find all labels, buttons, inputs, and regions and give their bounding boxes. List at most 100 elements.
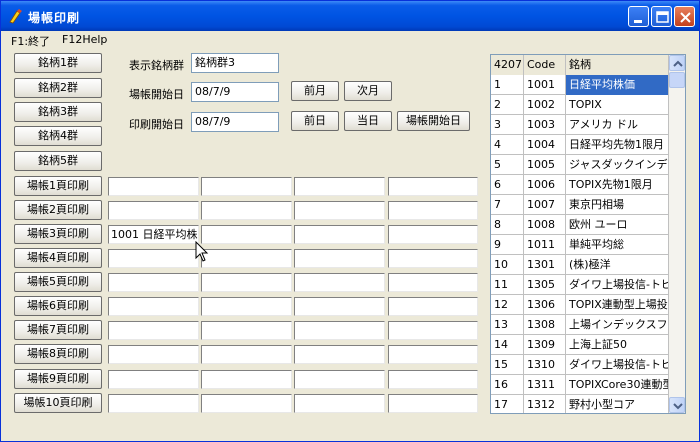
grid-scrollbar[interactable] — [669, 55, 685, 413]
today-button[interactable]: 当日 — [344, 111, 392, 131]
print-page-10-button[interactable]: 場帳10頁印刷 — [14, 393, 102, 413]
grid-cell-name: 野村小型コア — [566, 395, 669, 413]
grid-row[interactable]: 2 1002 TOPIX — [491, 95, 669, 115]
grid-row[interactable]: 8 1008 欧州 ユーロ — [491, 215, 669, 235]
print-page-6-slot-4[interactable] — [388, 297, 478, 316]
grid-row[interactable]: 6 1006 TOPIX先物1限月 — [491, 175, 669, 195]
print-start-field[interactable]: 08/7/9 — [191, 112, 279, 132]
print-page-9-button[interactable]: 場帳9頁印刷 — [14, 369, 102, 389]
grid-row[interactable]: 131308上場インデックスファンド — [491, 315, 669, 335]
group-3-button[interactable]: 銘柄3群 — [14, 102, 102, 122]
print-page-5-slot-3[interactable] — [294, 273, 385, 292]
print-page-8-slot-2[interactable] — [201, 345, 292, 364]
prev-day-button[interactable]: 前日 — [291, 111, 339, 131]
print-page-7-slot-1[interactable] — [108, 321, 199, 340]
grid-row[interactable]: 51005ジャスダックインデックス — [491, 155, 669, 175]
prev-month-button[interactable]: 前月 — [291, 81, 339, 101]
print-page-8-slot-1[interactable] — [108, 345, 199, 364]
print-page-9-slot-4[interactable] — [388, 370, 478, 389]
print-page-4-slot-1[interactable] — [108, 249, 199, 268]
print-page-10-slot-2[interactable] — [201, 394, 292, 413]
print-page-3-slot-3[interactable] — [294, 225, 385, 244]
display-group-field[interactable]: 銘柄群3 — [191, 53, 279, 73]
grid-cell-name: 欧州 ユーロ — [566, 215, 669, 235]
grid-row[interactable]: 10 1301 (株)極洋 — [491, 255, 669, 275]
print-page-8-slot-4[interactable] — [388, 345, 478, 364]
print-page-1-slot-3[interactable] — [294, 177, 385, 196]
maximize-icon — [656, 11, 669, 23]
grid-row[interactable]: 16 1311 TOPIXCore30連動型 — [491, 375, 669, 395]
grid-header-name[interactable]: 銘柄 — [566, 55, 669, 75]
print-page-3-slot-2[interactable] — [201, 225, 292, 244]
grid-row[interactable]: 111305ダイワ上場投信-トピックス — [491, 275, 669, 295]
stock-grid[interactable]: 4207 Code 銘柄 1 1001 日経平均株価 2 1002 TOPIX 3 1003 ア… — [490, 54, 686, 414]
print-page-8-button[interactable]: 場帳8頁印刷 — [14, 344, 102, 364]
print-page-5-slot-2[interactable] — [201, 273, 292, 292]
grid-row[interactable]: 4 1004 日経平均先物1限月 — [491, 135, 669, 155]
grid-cell-name: アメリカ ドル — [566, 115, 669, 135]
print-page-3-button[interactable]: 場帳3頁印刷 — [14, 224, 102, 244]
print-page-7-slot-3[interactable] — [294, 321, 385, 340]
print-page-2-slot-1[interactable] — [108, 201, 199, 220]
print-page-1-button[interactable]: 場帳1頁印刷 — [14, 176, 102, 196]
close-button[interactable] — [674, 6, 695, 27]
group-5-button[interactable]: 銘柄5群 — [14, 151, 102, 171]
print-page-1-slot-2[interactable] — [201, 177, 292, 196]
print-page-9-slot-2[interactable] — [201, 370, 292, 389]
grid-row[interactable]: 7 1007 東京円相場 — [491, 195, 669, 215]
print-page-1-slot-4[interactable] — [388, 177, 478, 196]
print-page-6-button[interactable]: 場帳6頁印刷 — [14, 296, 102, 316]
scroll-up-button[interactable] — [669, 55, 685, 71]
scroll-down-button[interactable] — [669, 397, 685, 413]
group-1-button[interactable]: 銘柄1群 — [14, 53, 102, 73]
print-page-4-slot-4[interactable] — [388, 249, 478, 268]
print-page-10-slot-3[interactable] — [294, 394, 385, 413]
grid-row[interactable]: 3 1003 アメリカ ドル — [491, 115, 669, 135]
print-page-2-slot-2[interactable] — [201, 201, 292, 220]
ledger-start-field[interactable]: 08/7/9 — [191, 82, 279, 102]
print-page-7-button[interactable]: 場帳7頁印刷 — [14, 320, 102, 340]
print-page-6-slot-3[interactable] — [294, 297, 385, 316]
print-page-6-slot-2[interactable] — [201, 297, 292, 316]
print-page-2-slot-4[interactable] — [388, 201, 478, 220]
print-page-8-slot-3[interactable] — [294, 345, 385, 364]
ledger-start-button[interactable]: 場帳開始日 — [397, 111, 470, 131]
print-page-3-slot-1[interactable]: 1001 日経平均株 — [108, 225, 199, 244]
print-page-7-slot-2[interactable] — [201, 321, 292, 340]
grid-row[interactable]: 151310ダイワ上場投信-トピックス — [491, 355, 669, 375]
print-page-4-button[interactable]: 場帳4頁印刷 — [14, 248, 102, 268]
title-bar[interactable]: 場帳印刷 — [1, 1, 699, 31]
print-page-9-slot-3[interactable] — [294, 370, 385, 389]
grid-row[interactable]: 12 1306 TOPIX連動型上場投信 — [491, 295, 669, 315]
menu-quit[interactable]: F1:終了 — [11, 33, 50, 49]
print-page-2-button[interactable]: 場帳2頁印刷 — [14, 200, 102, 220]
print-page-2-slot-3[interactable] — [294, 201, 385, 220]
print-page-7-slot-4[interactable] — [388, 321, 478, 340]
grid-row[interactable]: 17 1312 野村小型コア — [491, 395, 669, 413]
mouse-cursor-icon — [195, 241, 209, 262]
print-page-3-slot-4[interactable] — [388, 225, 478, 244]
print-page-5-slot-4[interactable] — [388, 273, 478, 292]
grid-row[interactable]: 14 1309 上海上証50 — [491, 335, 669, 355]
print-page-10-slot-4[interactable] — [388, 394, 478, 413]
grid-cell-name: TOPIX連動型上場投信 — [566, 295, 669, 315]
grid-cell-name: ダイワ上場投信-トピックス — [566, 275, 669, 295]
minimize-button[interactable] — [628, 6, 649, 27]
print-page-5-button[interactable]: 場帳5頁印刷 — [14, 272, 102, 292]
next-month-button[interactable]: 次月 — [344, 81, 392, 101]
maximize-button[interactable] — [651, 6, 672, 27]
print-page-1-slot-1[interactable] — [108, 177, 199, 196]
print-page-5-slot-1[interactable] — [108, 273, 199, 292]
print-page-4-slot-3[interactable] — [294, 249, 385, 268]
group-4-button[interactable]: 銘柄4群 — [14, 126, 102, 146]
print-page-10-slot-1[interactable] — [108, 394, 199, 413]
group-2-button[interactable]: 銘柄2群 — [14, 78, 102, 98]
print-page-6-slot-1[interactable] — [108, 297, 199, 316]
grid-row[interactable]: 9 1011 単純平均総 — [491, 235, 669, 255]
grid-row[interactable]: 1 1001 日経平均株価 — [491, 75, 669, 95]
print-page-4-slot-2[interactable] — [201, 249, 292, 268]
menu-help[interactable]: F12Help — [62, 33, 107, 46]
grid-header-code[interactable]: Code — [524, 55, 566, 75]
print-page-9-slot-1[interactable] — [108, 370, 199, 389]
scroll-thumb[interactable] — [669, 72, 685, 88]
